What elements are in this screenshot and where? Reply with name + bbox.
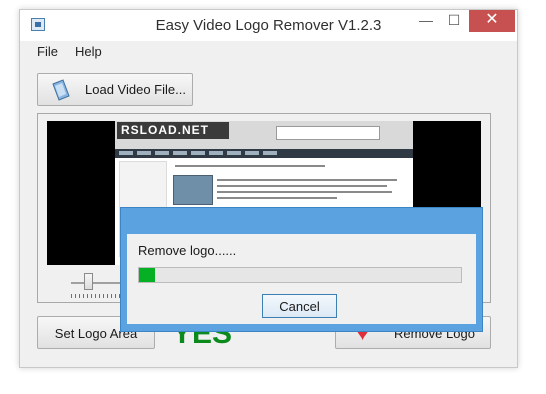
progress-bar-fill [139, 268, 156, 282]
site-text-line [217, 191, 392, 193]
minimize-button[interactable]: — [413, 10, 439, 32]
timeline-slider-thumb[interactable] [84, 273, 94, 290]
cancel-label: Cancel [279, 299, 320, 314]
menu-help[interactable]: Help [75, 44, 102, 59]
site-nav [115, 149, 413, 158]
site-search-box [276, 126, 380, 140]
site-text-line [217, 185, 387, 187]
maximize-button[interactable]: ☐ [441, 10, 467, 32]
progress-message: Remove logo...... [138, 243, 237, 258]
progress-bar [138, 267, 462, 283]
site-text-line [175, 165, 325, 167]
load-video-button[interactable]: Load Video File... [37, 73, 193, 106]
site-header: RSLOAD.NET [115, 121, 413, 149]
menu-bar: File Help [20, 41, 517, 61]
load-video-label: Load Video File... [85, 82, 186, 97]
progress-dialog: Remove logo...... Cancel [120, 207, 483, 332]
menu-file[interactable]: File [37, 44, 58, 59]
site-thumbnail [173, 175, 213, 205]
cancel-button[interactable]: Cancel [262, 294, 337, 318]
video-file-icon [52, 79, 70, 101]
site-text-line [217, 197, 337, 199]
site-text-line [217, 179, 397, 181]
close-button[interactable]: ✕ [469, 10, 515, 32]
progress-dialog-body: Remove logo...... Cancel [127, 234, 476, 324]
site-logo: RSLOAD.NET [117, 122, 229, 139]
title-bar[interactable]: Easy Video Logo Remover V1.2.3 — ☐ ✕ [20, 10, 517, 41]
